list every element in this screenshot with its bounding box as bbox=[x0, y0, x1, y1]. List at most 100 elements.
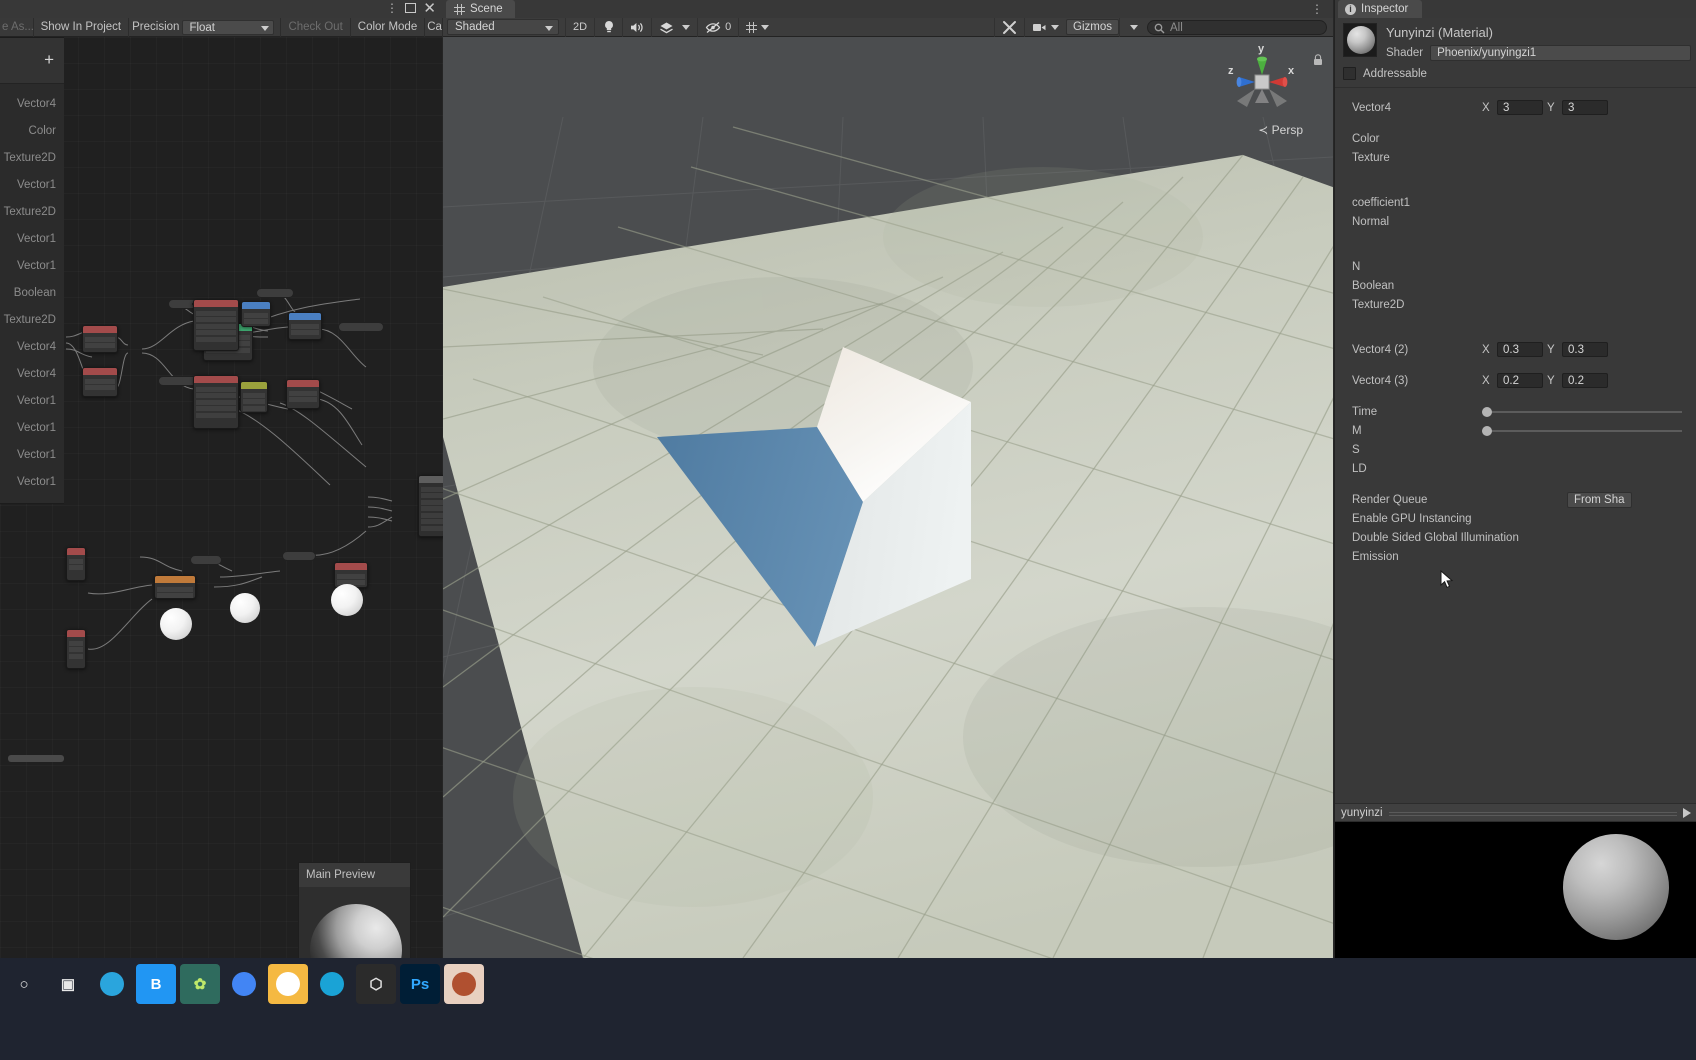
graph-node[interactable] bbox=[82, 325, 118, 353]
chrome-icon[interactable] bbox=[224, 964, 264, 1004]
add-property-button[interactable]: + bbox=[44, 51, 54, 68]
graph-property-node[interactable] bbox=[282, 551, 316, 561]
blackboard-property-row[interactable]: Vector1Vector1 bbox=[0, 171, 64, 198]
graph-node-sample-texture[interactable] bbox=[193, 299, 239, 351]
material-property-row[interactable]: M bbox=[1335, 421, 1696, 440]
tab-inspector[interactable]: i Inspector bbox=[1338, 0, 1423, 18]
graph-node[interactable] bbox=[241, 301, 271, 327]
unity-icon[interactable]: ⬡ bbox=[356, 964, 396, 1004]
main-preview-window[interactable]: Main Preview bbox=[298, 862, 411, 958]
property-label: Time bbox=[1352, 405, 1378, 418]
search-icon[interactable]: ○ bbox=[4, 964, 44, 1004]
graph-node[interactable] bbox=[286, 379, 320, 409]
blackboard-property-row[interactable]: Texture2DTexture2D bbox=[0, 144, 64, 171]
grid-snap-button[interactable] bbox=[738, 17, 776, 37]
inspector-preview-body[interactable] bbox=[1335, 822, 1696, 958]
blackboard-property-row[interactable]: ColorColor bbox=[0, 117, 64, 144]
blackboard-scrollbar[interactable] bbox=[8, 755, 64, 762]
maximize-icon[interactable] bbox=[405, 3, 418, 16]
blackboard-property-row[interactable]: Texture2DTexture2D bbox=[0, 198, 64, 225]
number-input-x[interactable]: 0.2 bbox=[1497, 373, 1543, 388]
shader-graph-canvas[interactable]: yunyingzi1 Shader Graph + Vector4Vector4… bbox=[0, 37, 443, 958]
toggle-2d-button[interactable]: 2D bbox=[565, 17, 594, 37]
material-property-row[interactable]: Vector4 (3) X 0.2 Y 0.2 bbox=[1335, 371, 1696, 390]
scene-tools-button[interactable] bbox=[994, 17, 1024, 37]
graph-node[interactable] bbox=[66, 629, 86, 669]
check-out-button[interactable]: Check Out bbox=[281, 17, 351, 37]
blackboard-property-row[interactable]: Vector4Vector4 bbox=[0, 360, 64, 387]
task-view-icon[interactable]: ▣ bbox=[48, 964, 88, 1004]
explorer-icon[interactable] bbox=[268, 964, 308, 1004]
tencent-icon[interactable] bbox=[312, 964, 352, 1004]
render-queue-dropdown[interactable]: From Sha bbox=[1567, 491, 1632, 508]
number-input-y[interactable]: 0.2 bbox=[1562, 373, 1608, 388]
scene-search-input[interactable]: All bbox=[1147, 19, 1327, 35]
shader-graph-toolbar: e As... Show In Project Precision Float … bbox=[0, 17, 443, 37]
photoshop-icon[interactable]: Ps bbox=[400, 964, 440, 1004]
blackboard-property-row[interactable]: Vector1Vector1 bbox=[0, 387, 64, 414]
property-label: S bbox=[1352, 443, 1360, 456]
hidden-objects-button[interactable]: 0 bbox=[697, 17, 738, 37]
graph-master-node[interactable] bbox=[418, 475, 443, 537]
projection-label[interactable]: ≺ Persp bbox=[1258, 123, 1303, 137]
lighting-toggle-button[interactable] bbox=[594, 17, 622, 37]
graph-property-node[interactable] bbox=[338, 322, 384, 332]
number-input-y[interactable]: 3 bbox=[1562, 100, 1608, 115]
scene-camera-button[interactable] bbox=[1024, 17, 1066, 37]
effects-toggle-button[interactable] bbox=[651, 17, 697, 37]
number-input-x[interactable]: 0.3 bbox=[1497, 342, 1543, 357]
graph-node[interactable] bbox=[240, 381, 268, 413]
material-property-row[interactable]: Render Queue From Sha bbox=[1335, 490, 1696, 509]
main-preview-body[interactable] bbox=[299, 887, 410, 958]
material-property-row[interactable]: Vector4 X 3 Y 3 bbox=[1335, 98, 1696, 117]
graph-property-node[interactable] bbox=[256, 288, 294, 298]
graph-node[interactable] bbox=[154, 575, 196, 599]
edge-icon[interactable] bbox=[92, 964, 132, 1004]
shader-dropdown[interactable]: Phoenix/yunyingzi1 bbox=[1430, 45, 1691, 61]
color-mode-dropdown[interactable]: Cat bbox=[425, 17, 443, 37]
tab-scene[interactable]: Scene bbox=[446, 0, 515, 18]
scene-viewport[interactable]: y x z ≺ Persp bbox=[443, 37, 1333, 958]
material-thumbnail[interactable] bbox=[1343, 23, 1377, 57]
property-slider[interactable] bbox=[1482, 424, 1682, 438]
blackboard-property-row[interactable]: Vector4Vector4 bbox=[0, 333, 64, 360]
graph-property-node[interactable] bbox=[190, 555, 222, 565]
precision-dropdown[interactable]: Float bbox=[182, 19, 275, 35]
blackboard-property-row[interactable]: Vector1Vector1 bbox=[0, 441, 64, 468]
show-in-project-button[interactable]: Show In Project bbox=[34, 17, 130, 37]
property-slider[interactable] bbox=[1482, 405, 1682, 419]
app-icon[interactable] bbox=[444, 964, 484, 1004]
play-icon[interactable] bbox=[1683, 807, 1691, 818]
scene-view-gizmo[interactable]: y x z bbox=[1225, 43, 1299, 119]
bilibili-icon[interactable]: B bbox=[136, 964, 176, 1004]
number-input-y[interactable]: 0.3 bbox=[1562, 342, 1608, 357]
slider-knob[interactable] bbox=[1482, 425, 1492, 436]
material-property-row[interactable]: Vector4 (2) X 0.3 Y 0.3 bbox=[1335, 340, 1696, 359]
addressable-checkbox[interactable] bbox=[1343, 67, 1356, 80]
graph-node-sample-texture[interactable] bbox=[193, 375, 239, 429]
blackboard-property-row[interactable]: Vector1Vector1 bbox=[0, 252, 64, 279]
blackboard-property-row[interactable]: Vector1Vector1 bbox=[0, 225, 64, 252]
lock-icon[interactable] bbox=[1313, 53, 1323, 65]
blackboard-property-row[interactable]: BooleanBoolean bbox=[0, 279, 64, 306]
material-property-row[interactable]: Time bbox=[1335, 402, 1696, 421]
scene-menu-icon[interactable]: ⋮ bbox=[1311, 2, 1323, 16]
slider-knob[interactable] bbox=[1482, 406, 1492, 417]
audio-toggle-button[interactable] bbox=[622, 17, 651, 37]
graph-node[interactable] bbox=[82, 367, 118, 397]
number-input-x[interactable]: 3 bbox=[1497, 100, 1543, 115]
save-asset-button[interactable]: e As... bbox=[0, 17, 34, 37]
close-icon[interactable]: ✕ bbox=[423, 1, 436, 17]
blackboard-property-row[interactable]: Vector1Vector1 bbox=[0, 468, 64, 495]
blackboard-property-row[interactable]: Vector4Vector4 bbox=[0, 90, 64, 117]
pvz-icon[interactable]: ✿ bbox=[180, 964, 220, 1004]
blackboard-property-row[interactable]: Vector1Vector1 bbox=[0, 414, 64, 441]
draw-mode-dropdown[interactable]: Shaded bbox=[447, 19, 559, 35]
gizmos-button[interactable]: Gizmos bbox=[1066, 19, 1119, 35]
addressable-row[interactable]: Addressable bbox=[1335, 61, 1696, 86]
window-menu-icon[interactable]: ⋮ bbox=[386, 2, 398, 16]
blackboard-property-row[interactable]: Texture2DTexture2D bbox=[0, 306, 64, 333]
graph-node[interactable] bbox=[66, 547, 86, 581]
graph-node[interactable] bbox=[288, 312, 322, 340]
gizmos-dropdown[interactable] bbox=[1119, 17, 1147, 37]
